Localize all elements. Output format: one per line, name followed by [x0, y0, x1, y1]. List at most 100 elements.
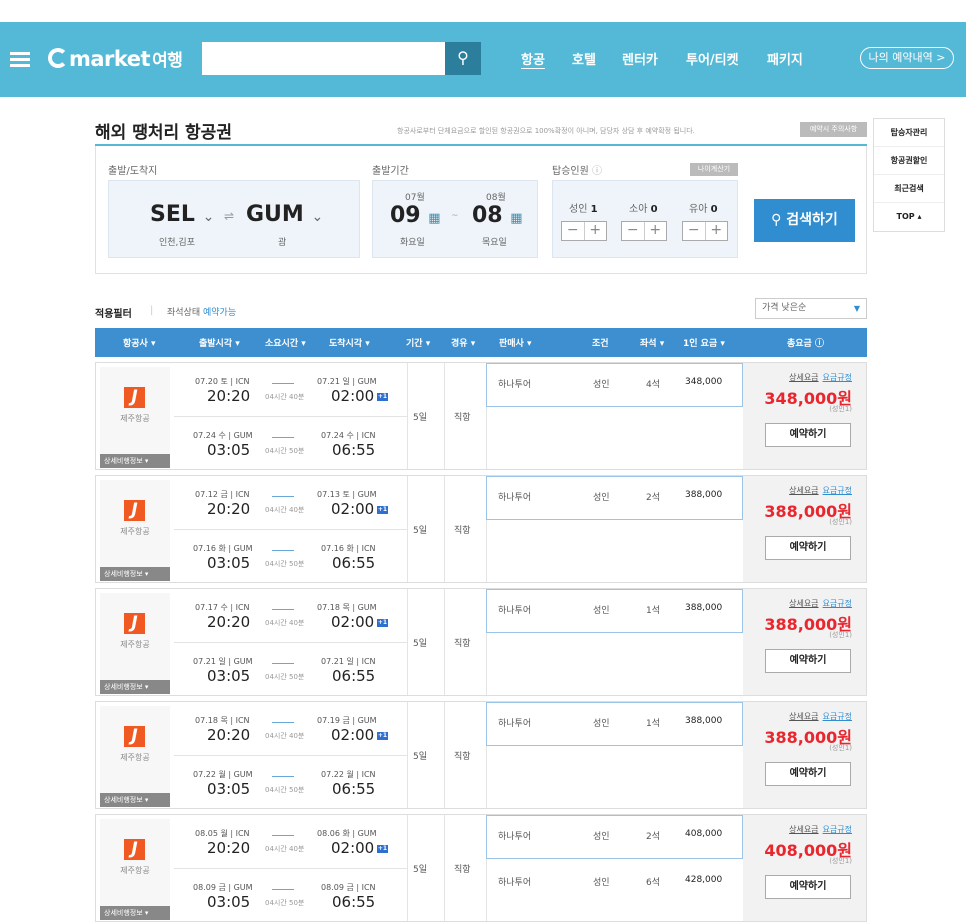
book-button[interactable]: 예약하기 — [765, 423, 851, 447]
return-duration: 04시간 50분 — [265, 447, 305, 455]
nav-rentcar[interactable]: 렌터카 — [622, 49, 658, 68]
side-top[interactable]: TOP ▴ — [874, 203, 944, 231]
flight-detail-button[interactable]: 상세비행정보 ▾ — [100, 567, 170, 581]
search-input[interactable] — [202, 42, 445, 75]
column-divider — [407, 702, 408, 808]
origin-name: 인천,김포 — [159, 238, 195, 248]
pax-selector — [552, 180, 738, 258]
seller-name: 하나투어 — [498, 493, 532, 503]
nav-hotels[interactable]: 호텔 — [572, 49, 596, 68]
sort-select[interactable]: 가격 낮은순 ▼ — [755, 298, 867, 319]
trip-period: 5일 — [413, 865, 428, 875]
stops: 직항 — [454, 752, 471, 762]
flight-detail-button[interactable]: 상세비행정보 ▾ — [100, 454, 170, 468]
book-button[interactable]: 예약하기 — [765, 536, 851, 560]
return-depart-time: 03:05 — [207, 780, 251, 798]
seats: 2석 — [646, 493, 661, 503]
seats: 2석 — [646, 832, 661, 842]
side-recent-search[interactable]: 최근검색 — [874, 175, 944, 203]
trip-period: 5일 — [413, 413, 428, 423]
nav-flights[interactable]: 항공 — [521, 49, 545, 68]
arrow-icon — [272, 609, 294, 610]
total-price-pax: (성인1) — [829, 405, 852, 413]
search-button[interactable]: ⚲ 검색하기 — [754, 199, 855, 242]
origin-select[interactable]: SEL ⌄ — [150, 202, 214, 227]
return-arrive-meta: 07.24 수 | ICN — [321, 431, 376, 440]
airline-cell: J 제주항공 상세비행정보 ▾ — [100, 593, 170, 694]
detail-fare-link[interactable]: 상세요금 — [789, 486, 818, 495]
flight-detail-button[interactable]: 상세비행정보 ▾ — [100, 793, 170, 807]
book-button[interactable]: 예약하기 — [765, 762, 851, 786]
return-depart-time: 03:05 — [207, 667, 251, 685]
route-label: 출발/도착지 — [108, 166, 158, 177]
detail-fare-link[interactable]: 상세요금 — [789, 373, 818, 382]
detail-fare-link[interactable]: 상세요금 — [789, 825, 818, 834]
outbound-arrive-meta: 07.13 토 | GUM — [317, 490, 377, 499]
depart-weekday: 화요일 — [400, 238, 425, 248]
result-row: J 제주항공 상세비행정보 ▾ 07.12 금 | ICN 20:20 04시간… — [95, 475, 867, 583]
seat-status-filter[interactable]: 좌석상태 예약가능 — [167, 305, 236, 318]
total-price-pax: (성인1) — [829, 518, 852, 526]
search-icon[interactable]: ⚲ — [445, 42, 481, 75]
side-flight-discount[interactable]: 항공권할인 — [874, 147, 944, 175]
th-depart[interactable]: 출발시각 ▾ — [199, 336, 240, 349]
menu-icon[interactable] — [10, 52, 30, 67]
stops: 직항 — [454, 526, 471, 536]
fare-rule-link[interactable]: 요금규정 — [823, 599, 852, 608]
th-seller[interactable]: 판매사 ▾ — [499, 336, 532, 349]
th-duration[interactable]: 소요시간 ▾ — [265, 336, 306, 349]
airline-cell: J 제주항공 상세비행정보 ▾ — [100, 819, 170, 920]
total-price-cell: 상세요금 요금규정 388,000원 (성인1) 예약하기 — [743, 476, 866, 582]
nav-tour-ticket[interactable]: 투어/티켓 — [686, 49, 739, 68]
th-stops[interactable]: 경유 ▾ — [451, 336, 475, 349]
child-stepper[interactable]: − + — [621, 221, 667, 241]
total-price-cell: 상세요금 요금규정 408,000원 (성인1) 예약하기 — [743, 815, 866, 921]
depart-date[interactable]: 09 ▦ — [390, 203, 441, 228]
seats: 6석 — [646, 878, 661, 888]
th-period[interactable]: 기간 ▾ — [406, 336, 430, 349]
book-button[interactable]: 예약하기 — [765, 649, 851, 673]
stops: 직항 — [454, 639, 471, 649]
age-calculator-button[interactable]: 나이계산기 — [690, 163, 738, 176]
seats: 4석 — [646, 380, 661, 390]
outbound-depart-meta: 07.17 수 | ICN — [195, 603, 250, 612]
book-button[interactable]: 예약하기 — [765, 875, 851, 899]
column-divider — [444, 815, 445, 921]
fare-rule-link[interactable]: 요금규정 — [823, 712, 852, 721]
help-icon: ⓘ — [814, 339, 824, 349]
column-divider — [407, 363, 408, 469]
fare-rule-link[interactable]: 요금규정 — [823, 486, 852, 495]
result-row: J 제주항공 상세비행정보 ▾ 08.05 월 | ICN 20:20 04시간… — [95, 814, 867, 922]
return-date[interactable]: 08 ▦ — [472, 203, 523, 228]
nav-package[interactable]: 패키지 — [767, 49, 803, 68]
th-seats[interactable]: 좌석 ▾ — [640, 336, 664, 349]
th-arrive[interactable]: 도착시각 ▾ — [329, 336, 370, 349]
booking-caution-button[interactable]: 예약시 주의사항 — [800, 122, 867, 137]
return-depart-meta: 07.16 화 | GUM — [193, 544, 253, 553]
column-divider — [407, 589, 408, 695]
fare-rule-link[interactable]: 요금규정 — [823, 825, 852, 834]
flight-detail-button[interactable]: 상세비행정보 ▾ — [100, 906, 170, 920]
fare-rule-link[interactable]: 요금규정 — [823, 373, 852, 382]
swap-icon[interactable]: ⇌ — [224, 209, 234, 223]
return-depart-meta: 08.09 금 | GUM — [193, 883, 253, 892]
adult-stepper[interactable]: − + — [561, 221, 607, 241]
infant-stepper[interactable]: − + — [682, 221, 728, 241]
destination-select[interactable]: GUM ⌄ — [246, 202, 323, 227]
side-passenger-manage[interactable]: 탑승자관리 — [874, 119, 944, 147]
gmarket-travel-logo[interactable]: market 여행 — [48, 46, 183, 71]
my-bookings-button[interactable]: 나의 예약내역 > — [860, 47, 954, 69]
outbound-arrive-time: 02:00 — [331, 726, 375, 744]
flight-detail-button[interactable]: 상세비행정보 ▾ — [100, 680, 170, 694]
detail-fare-link[interactable]: 상세요금 — [789, 712, 818, 721]
outbound-arrive-time: 02:00 — [331, 613, 375, 631]
th-airline[interactable]: 항공사 ▾ — [123, 336, 156, 349]
return-depart-meta: 07.21 일 | GUM — [193, 657, 253, 666]
destination-name: 괌 — [278, 238, 287, 248]
infant-label: 유아 0 — [689, 204, 718, 215]
th-fare[interactable]: 1인 요금 ▾ — [683, 336, 725, 349]
outbound-depart-meta: 07.18 목 | ICN — [195, 716, 250, 725]
detail-fare-link[interactable]: 상세요금 — [789, 599, 818, 608]
return-arrive-time: 06:55 — [332, 667, 376, 685]
airline-name: 제주항공 — [120, 527, 150, 536]
